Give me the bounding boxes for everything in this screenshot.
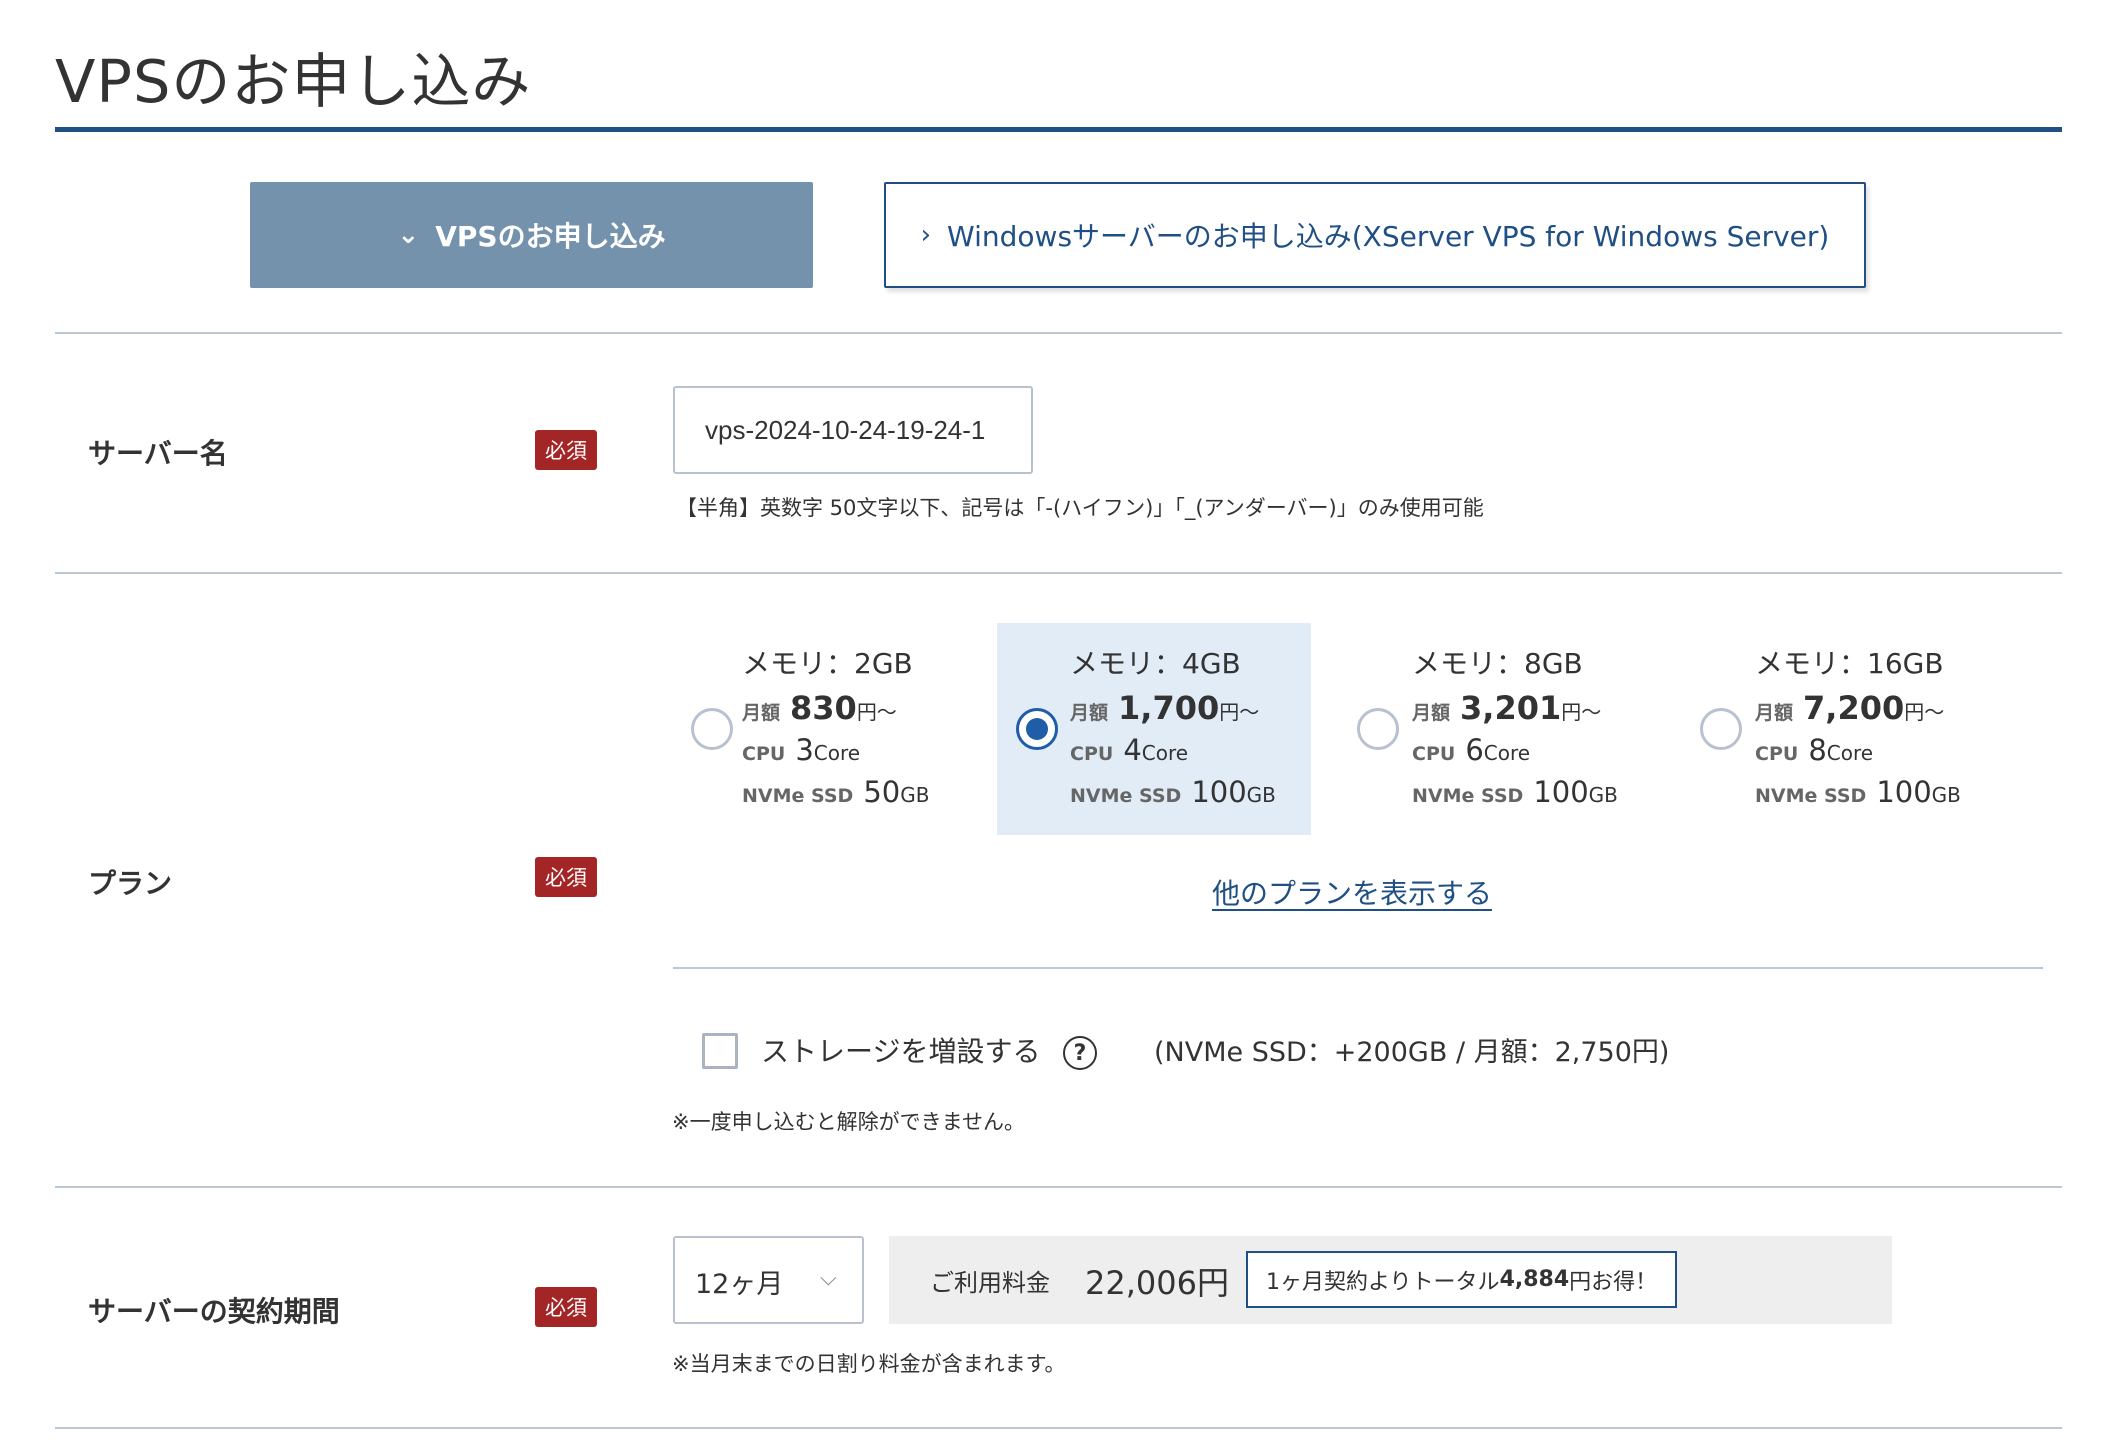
divider <box>673 967 2043 969</box>
plan-option-16gb[interactable]: メモリ：16GB 月額 7,200円〜 CPU 8Core NVMe SSD 100G… <box>1682 623 1996 835</box>
plan-memory: メモリ：4GB <box>1070 647 1241 680</box>
add-storage-checkbox[interactable] <box>702 1033 738 1069</box>
ssd-label: NVMe SSD <box>742 785 854 807</box>
contract-period-select[interactable]: 12ヶ月 ⌵ <box>673 1236 864 1324</box>
server-name-input[interactable] <box>673 386 1033 474</box>
savings-badge: 1ヶ月契約よりトータル 4,884 円お得！ <box>1246 1251 1678 1308</box>
plan-radio[interactable] <box>1700 708 1742 750</box>
divider <box>55 572 2062 574</box>
plan-radio[interactable] <box>691 708 733 750</box>
divider <box>55 1427 2062 1429</box>
plan-ssd: 100 <box>1876 775 1932 809</box>
tab-windows-order-label: Windowsサーバーのお申し込み(XServer VPS for Window… <box>947 220 1830 253</box>
server-name-hint: 【半角】英数字 50文字以下、記号は「-(ハイフン)」「_(アンダーバー)」のみ… <box>676 496 1484 520</box>
ssd-label: NVMe SSD <box>1755 785 1867 807</box>
required-badge: 必須 <box>535 857 597 897</box>
cpu-unit: Core <box>1826 741 1874 765</box>
chevron-down-icon: ⌵ <box>820 1266 837 1291</box>
plan-cpu: 6 <box>1465 733 1484 767</box>
fee-summary: ご利用料金 22,006円 1ヶ月契約よりトータル 4,884 円お得！ <box>889 1236 1892 1324</box>
plan-ssd: 100 <box>1191 775 1247 809</box>
fee-value: 22,006円 <box>1085 1264 1229 1302</box>
chevron-right-icon: › <box>920 220 932 250</box>
cpu-label: CPU <box>1412 743 1456 765</box>
savings-amount: 4,884 <box>1499 1267 1570 1292</box>
plan-memory: メモリ：8GB <box>1412 647 1583 680</box>
period-note: ※当月末までの日割り料金が含まれます。 <box>672 1352 1066 1376</box>
plan-option-2gb[interactable]: メモリ：2GB 月額 830円〜 CPU 3Core NVMe SSD 50GB <box>668 623 982 835</box>
price-label: 月額 <box>1412 702 1451 724</box>
plan-option-4gb[interactable]: メモリ：4GB 月額 1,700円〜 CPU 4Core NVMe SSD 100GB <box>997 623 1311 835</box>
plan-label: プラン <box>88 867 173 900</box>
required-badge: 必須 <box>535 430 597 470</box>
price-label: 月額 <box>1755 702 1794 724</box>
savings-prefix: 1ヶ月契約よりトータル <box>1266 1269 1500 1295</box>
cpu-unit: Core <box>1141 741 1189 765</box>
plan-ssd: 50 <box>863 775 901 809</box>
ssd-unit: GB <box>1246 783 1276 807</box>
plan-memory: メモリ：2GB <box>742 647 913 680</box>
contract-period-label: サーバーの契約期間 <box>88 1295 340 1328</box>
plan-ssd: 100 <box>1533 775 1589 809</box>
ssd-unit: GB <box>1931 783 1961 807</box>
plan-radio[interactable] <box>1357 708 1399 750</box>
cpu-unit: Core <box>813 741 861 765</box>
divider <box>55 332 2062 334</box>
contract-period-value: 12ヶ月 <box>695 1269 784 1300</box>
storage-price: (NVMe SSD：+200GB / 月額：2,750円) <box>1154 1037 1670 1068</box>
show-other-plans-link[interactable]: 他のプランを表示する <box>1212 872 1492 912</box>
required-badge: 必須 <box>535 1287 597 1327</box>
help-icon[interactable]: ? <box>1063 1036 1097 1070</box>
cpu-label: CPU <box>742 743 786 765</box>
price-unit: 円〜 <box>856 700 897 724</box>
tab-vps-order-label: VPSのお申し込み <box>435 220 666 253</box>
ssd-unit: GB <box>1588 783 1618 807</box>
plan-price: 7,200 <box>1803 689 1905 727</box>
price-unit: 円〜 <box>1561 700 1602 724</box>
plan-cpu: 3 <box>795 733 814 767</box>
fee-label: ご利用料金 <box>930 1269 1050 1297</box>
storage-note: ※一度申し込むと解除ができません。 <box>672 1110 1025 1134</box>
plan-price: 830 <box>790 689 857 727</box>
savings-suffix: 円お得！ <box>1569 1269 1658 1295</box>
plan-price: 1,700 <box>1118 689 1220 727</box>
plan-radio[interactable] <box>1016 708 1058 750</box>
price-unit: 円〜 <box>1219 700 1260 724</box>
add-storage-label[interactable]: ストレージを増設する <box>761 1030 1040 1070</box>
tab-vps-order[interactable]: ⌄ VPSのお申し込み <box>250 182 813 288</box>
plan-option-8gb[interactable]: メモリ：8GB 月額 3,201円〜 CPU 6Core NVMe SSD 100GB <box>1339 623 1653 835</box>
plan-cpu: 4 <box>1123 733 1142 767</box>
plan-memory: メモリ：16GB <box>1755 647 1944 680</box>
price-label: 月額 <box>742 702 781 724</box>
divider <box>55 1186 2062 1188</box>
cpu-label: CPU <box>1070 743 1114 765</box>
ssd-label: NVMe SSD <box>1070 785 1182 807</box>
ssd-label: NVMe SSD <box>1412 785 1524 807</box>
price-unit: 円〜 <box>1904 700 1945 724</box>
price-label: 月額 <box>1070 702 1109 724</box>
plan-cpu: 8 <box>1808 733 1827 767</box>
tab-windows-order[interactable]: › Windowsサーバーのお申し込み(XServer VPS for Wind… <box>884 182 1866 288</box>
server-name-label: サーバー名 <box>88 437 228 470</box>
cpu-unit: Core <box>1483 741 1531 765</box>
title-underline <box>55 127 2062 132</box>
ssd-unit: GB <box>900 783 930 807</box>
page-title: VPSのお申し込み <box>55 47 532 116</box>
cpu-label: CPU <box>1755 743 1799 765</box>
plan-price: 3,201 <box>1460 689 1562 727</box>
chevron-down-icon: ⌄ <box>397 220 420 250</box>
